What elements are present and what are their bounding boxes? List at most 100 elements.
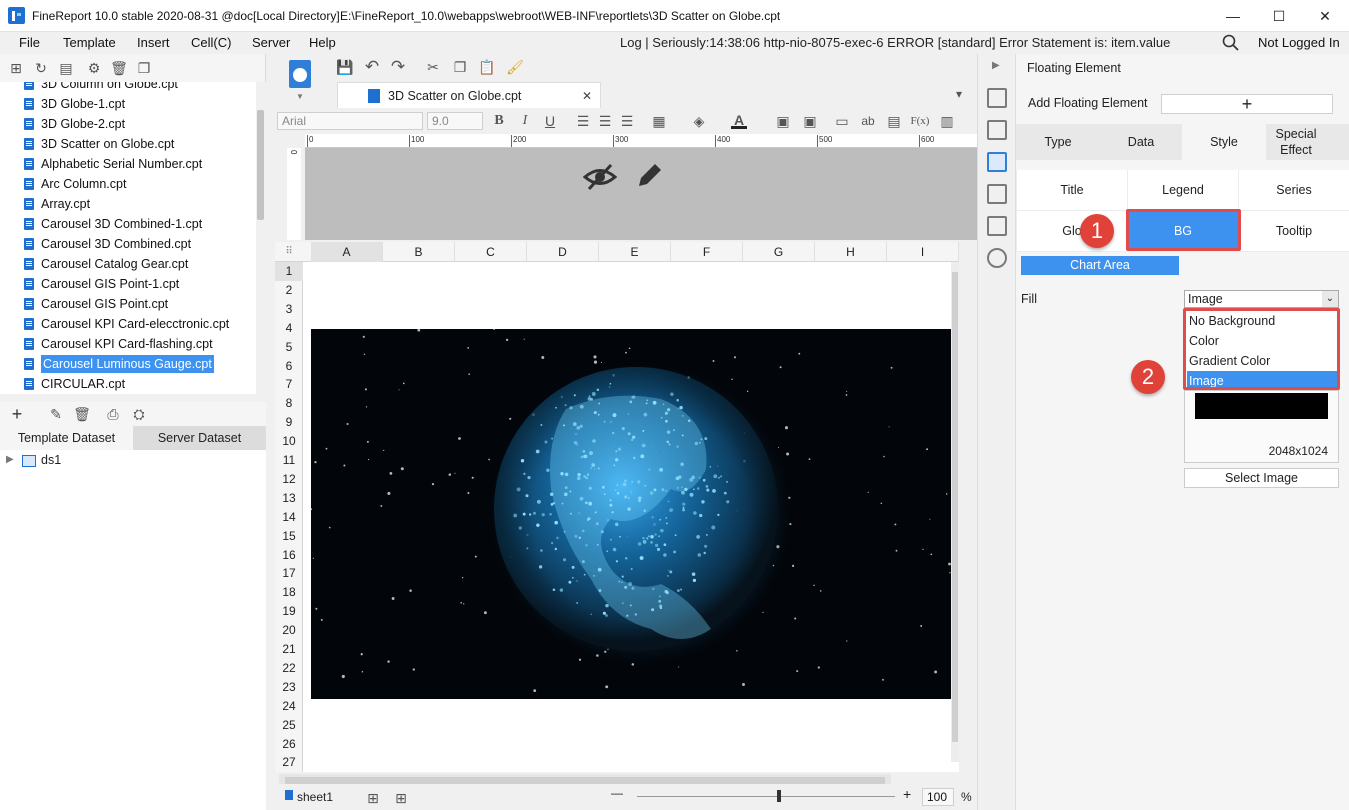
row-header-cell[interactable]: 8 (275, 394, 303, 413)
file-item[interactable]: Carousel 3D Combined.cpt (24, 234, 191, 254)
fill-color-icon[interactable]: ◈ (691, 113, 707, 129)
column-header-cell[interactable]: B (383, 242, 455, 262)
row-header-cell[interactable]: 18 (275, 583, 303, 602)
row-header-cell[interactable]: 2 (275, 281, 303, 300)
template-icon[interactable] (289, 60, 311, 88)
splitter[interactable] (0, 394, 266, 402)
zoom-input[interactable]: 100 (922, 788, 954, 806)
image-icon[interactable]: ▤ (886, 113, 902, 129)
file-item[interactable]: 3D Globe-2.cpt (24, 114, 125, 134)
eye-hidden-icon[interactable] (583, 162, 617, 192)
preview-icon[interactable]: ⎙ (105, 406, 121, 422)
row-header-cell[interactable]: 11 (275, 451, 303, 470)
widget-icon[interactable] (987, 184, 1007, 204)
dataset-settings-icon[interactable]: ⛭ (131, 406, 147, 422)
row-header-cell[interactable]: 1 (275, 262, 303, 281)
close-tab-icon[interactable]: ✕ (582, 89, 592, 103)
edit-icon[interactable]: ✎ (48, 406, 64, 422)
row-header-cell[interactable]: 4 (275, 319, 303, 338)
close-button[interactable]: ✕ (1302, 0, 1348, 32)
file-item[interactable]: CIRCULAR.cpt (24, 374, 125, 394)
row-header-cell[interactable]: 19 (275, 602, 303, 621)
menu-cell[interactable]: Cell(C) (191, 35, 231, 50)
row-header-cell[interactable]: 7 (275, 375, 303, 394)
sheet-scrollbar[interactable] (951, 262, 959, 762)
login-status[interactable]: Not Logged In (1258, 35, 1340, 50)
paste-icon[interactable]: 📋 (478, 59, 495, 75)
link-icon[interactable] (987, 248, 1007, 268)
font-select[interactable]: Arial (277, 112, 423, 130)
row-header-cell[interactable]: 17 (275, 564, 303, 583)
condition-icon[interactable] (987, 120, 1007, 140)
add-floating-button[interactable]: + (1161, 94, 1333, 114)
row-header-cell[interactable]: 22 (275, 659, 303, 678)
save-icon[interactable]: 💾 (336, 59, 353, 75)
row-header-cell[interactable]: 27 (275, 753, 303, 772)
column-header-cell[interactable]: D (527, 242, 599, 262)
row-header-cell[interactable]: 16 (275, 546, 303, 565)
file-item[interactable]: Carousel KPI Card-flashing.cpt (24, 334, 213, 354)
merge-icon[interactable]: ▣ (775, 113, 791, 129)
row-header-cell[interactable]: 10 (275, 432, 303, 451)
chart-floating-element[interactable] (311, 329, 956, 699)
maximize-button[interactable]: ☐ (1256, 0, 1302, 32)
row-header-cell[interactable]: 24 (275, 697, 303, 716)
font-color-icon[interactable]: A (731, 112, 747, 129)
tab-type[interactable]: Type (1016, 124, 1100, 160)
file-item[interactable]: Carousel KPI Card-elecctronic.cpt (24, 314, 229, 334)
zoom-slider-thumb[interactable] (777, 790, 781, 802)
add-form-icon[interactable]: ⊞ (393, 790, 409, 806)
tab-data[interactable]: Data (1100, 124, 1182, 160)
file-item[interactable]: Alphabetic Serial Number.cpt (24, 154, 202, 174)
menu-template[interactable]: Template (63, 35, 116, 50)
fill-select[interactable]: Image ⌄ (1184, 290, 1339, 308)
unmerge-icon[interactable]: ▣ (802, 113, 818, 129)
italic-icon[interactable]: I (517, 113, 533, 129)
tab-file[interactable]: 3D Scatter on Globe.cpt ✕ (337, 82, 601, 108)
minimize-button[interactable]: — (1210, 0, 1256, 32)
row-header-cell[interactable]: 23 (275, 678, 303, 697)
floating-element-icon[interactable] (987, 152, 1007, 172)
spreadsheet[interactable]: ⠿ ABCDEFGHI 1 2 3 4 5 6 7 8 9 10 11 12 13 14 15 16 17 18 1… (275, 242, 959, 772)
dataset-item[interactable]: ds1 (41, 453, 61, 467)
menu-file[interactable]: File (19, 35, 40, 50)
subtab-chart-area[interactable]: Chart Area (1021, 256, 1179, 275)
search-icon[interactable] (1222, 34, 1240, 52)
file-item[interactable]: Array.cpt (24, 194, 90, 214)
file-item[interactable]: Carousel GIS Point.cpt (24, 294, 168, 314)
row-header-cell[interactable]: 20 (275, 621, 303, 640)
chart-icon[interactable]: ▥ (939, 113, 955, 129)
column-header-cell[interactable]: H (815, 242, 887, 262)
menu-insert[interactable]: Insert (137, 35, 170, 50)
pencil-icon[interactable] (635, 160, 665, 190)
copy-icon[interactable]: ❐ (136, 60, 152, 76)
refresh-icon[interactable]: ↻ (33, 60, 49, 76)
file-item[interactable]: 3D Scatter on Globe.cpt (24, 134, 174, 154)
formula-icon[interactable]: F(x) (911, 113, 930, 129)
tab-template-dataset[interactable]: Template Dataset (0, 426, 133, 450)
add-sheet-icon[interactable]: ⊞ (365, 790, 381, 806)
border-icon[interactable]: ▦ (651, 113, 667, 129)
row-header-cell[interactable]: 3 (275, 300, 303, 319)
file-item[interactable]: Carousel Catalog Gear.cpt (24, 254, 188, 274)
row-header-cell[interactable]: 5 (275, 338, 303, 357)
add-dataset-icon[interactable]: + (9, 404, 25, 424)
row-header-cell[interactable]: 15 (275, 527, 303, 546)
file-item[interactable]: 3D Globe-1.cpt (24, 94, 125, 114)
align-right-icon[interactable]: ☰ (619, 113, 635, 129)
open-icon[interactable]: ▤ (58, 60, 74, 76)
column-header-cell[interactable]: C (455, 242, 527, 262)
redo-icon[interactable]: ↷ (390, 57, 406, 76)
file-item[interactable]: Carousel 3D Combined-1.cpt (24, 214, 202, 234)
row-header-cell[interactable]: 26 (275, 735, 303, 754)
collapse-arrow-icon[interactable]: ▶ (992, 60, 1000, 71)
underline-icon[interactable]: U (542, 113, 558, 129)
row-header-cell[interactable]: 21 (275, 640, 303, 659)
column-header-cell[interactable]: A (311, 242, 383, 262)
zoom-in-button[interactable]: + (903, 786, 911, 802)
undo-icon[interactable]: ↶ (364, 57, 380, 76)
menu-help[interactable]: Help (309, 35, 336, 50)
font-size-select[interactable]: 9.0 (427, 112, 483, 130)
align-left-icon[interactable]: ☰ (575, 113, 591, 129)
bold-icon[interactable]: B (491, 113, 507, 129)
